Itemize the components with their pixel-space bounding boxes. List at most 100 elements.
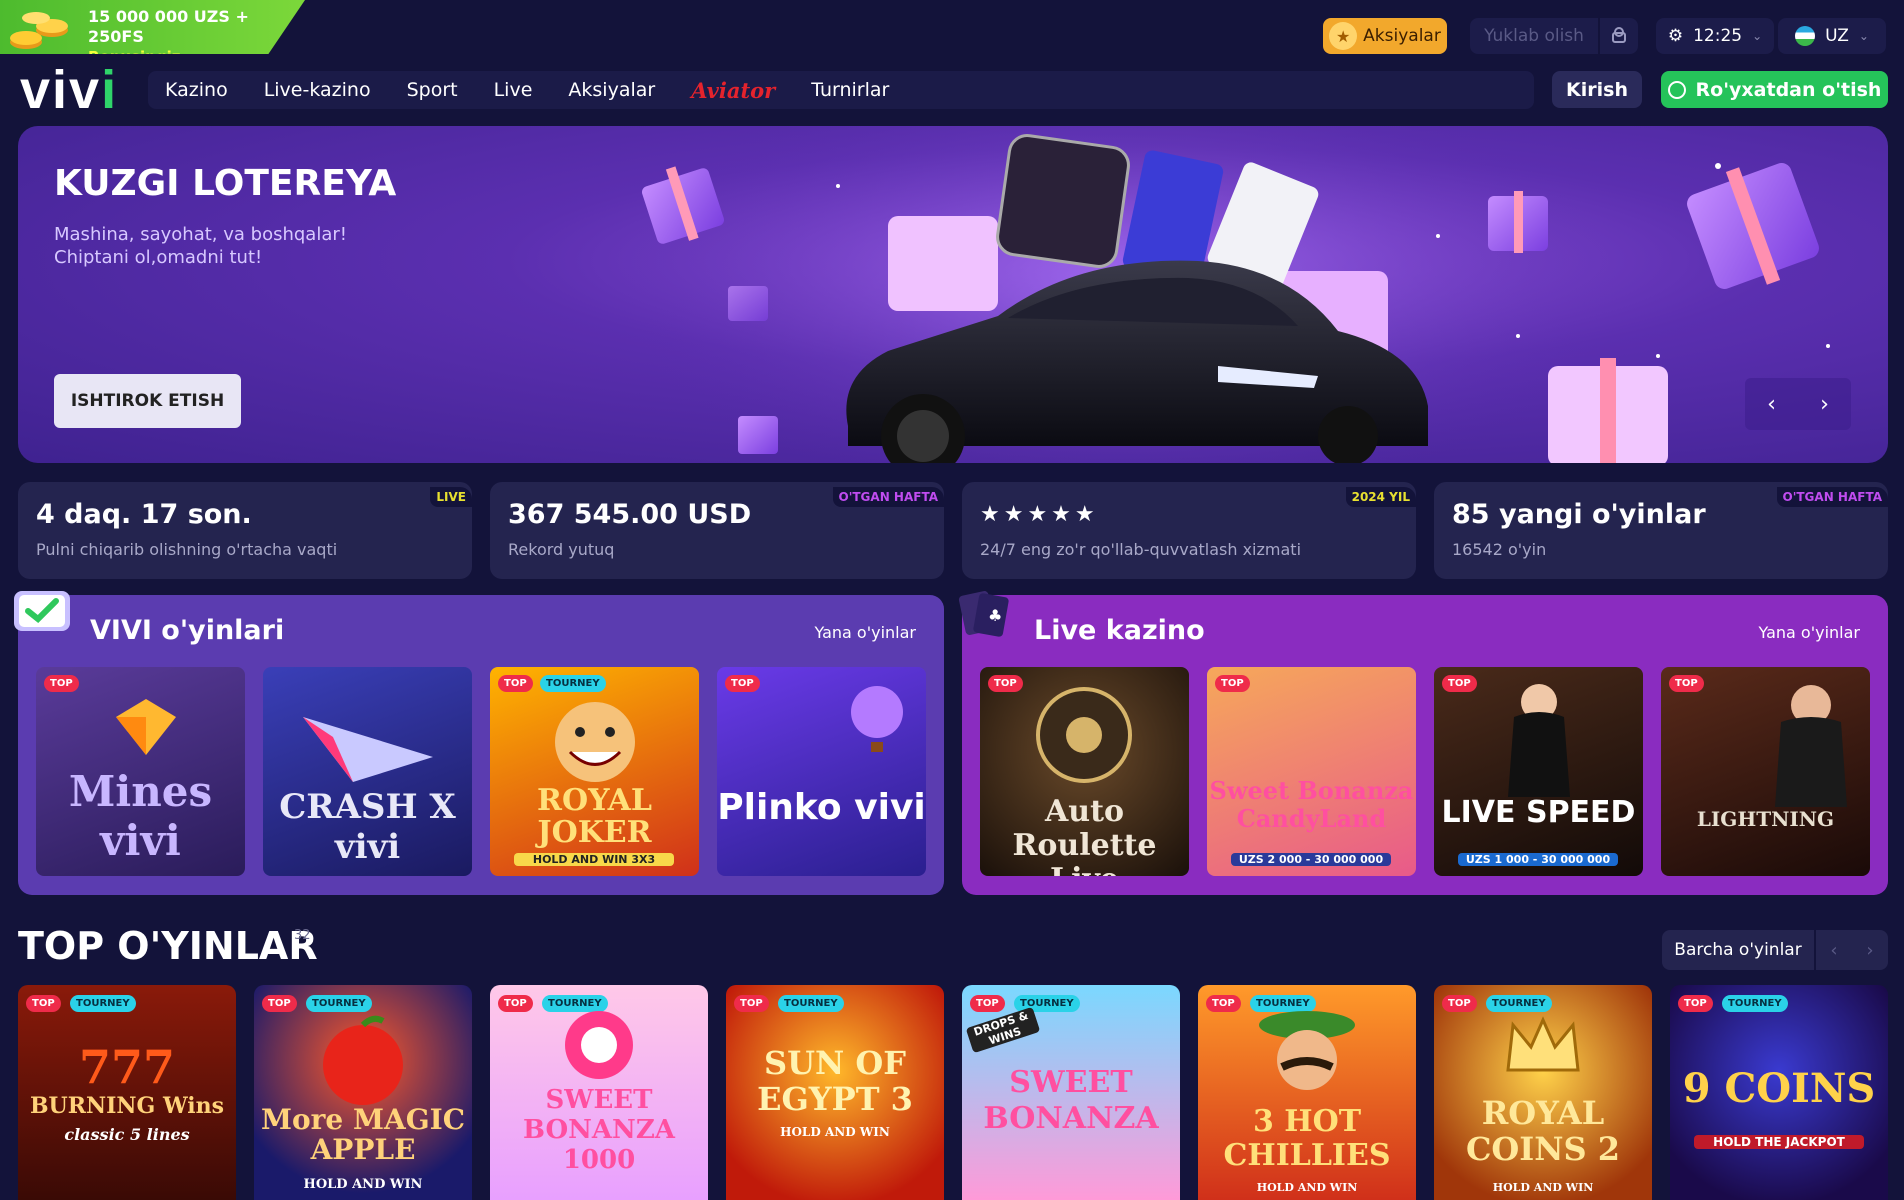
- all-games-button[interactable]: Barcha o'yinlar: [1662, 930, 1814, 970]
- stat-label: Rekord yutuq: [508, 540, 615, 559]
- game-footer: HOLD AND WIN 3X3: [514, 853, 674, 866]
- top-badge: TOP: [1206, 995, 1241, 1012]
- game-tile-magic-apple[interactable]: TOP TOURNEY More MAGIC APPLE HOLD AND WI…: [254, 985, 472, 1200]
- promotions-button[interactable]: ★ Aksiyalar: [1323, 18, 1447, 54]
- game-title: 9 COINS: [1682, 1065, 1876, 1112]
- nav-live-casino[interactable]: Live-kazino: [264, 79, 371, 101]
- lollipop-icon: [565, 1011, 633, 1079]
- game-card-sweet-bonanza-candyland[interactable]: TOP Sweet Bonanza CandyLand UZS 2 000 - …: [1207, 667, 1416, 876]
- game-tile-sweet-bonanza-1000[interactable]: TOP TOURNEY SWEET BONANZA 1000: [490, 985, 708, 1200]
- hero-subtitle: Mashina, sayohat, va boshqalar! Chiptani…: [54, 224, 347, 268]
- main-nav: Kazino Live-kazino Sport Live Aksiyalar …: [148, 71, 1534, 109]
- chevron-down-icon: ⌄: [1858, 29, 1869, 43]
- nav-casino[interactable]: Kazino: [165, 79, 228, 101]
- participate-button[interactable]: ISHTIROK ETISH: [54, 374, 241, 428]
- top-bar: 15 000 000 UZS + 250FS Bonusingiz ★ Aksi…: [0, 0, 1904, 70]
- android-icon[interactable]: [1600, 18, 1638, 54]
- nav-promotions[interactable]: Aksiyalar: [568, 79, 655, 101]
- tourney-badge: TOURNEY: [1486, 995, 1552, 1012]
- game-card-royal-joker[interactable]: TOP TOURNEY ROYAL JOKER HOLD AND WIN 3X3: [490, 667, 699, 876]
- game-tile-sweet-bonanza[interactable]: TOP TOURNEY DROPS & WINS SWEET BONANZA: [962, 985, 1180, 1200]
- game-title: Auto Roulette Live: [1012, 794, 1157, 877]
- chevron-right-icon[interactable]: ›: [1866, 940, 1873, 961]
- game-subtitle: HOLD AND WIN: [780, 1125, 890, 1139]
- game-title: ROYAL COINS 2: [1465, 1094, 1621, 1168]
- game-subtitle: HOLD AND WIN: [303, 1177, 423, 1192]
- panel-title: VIVI o'yinlari: [90, 615, 285, 646]
- hero-carousel-controls: ‹ ›: [1745, 378, 1851, 430]
- game-title: 3 HOT CHILLIES: [1223, 1104, 1391, 1173]
- game-tile-3-hot-chillies[interactable]: TOP TOURNEY 3 HOT CHILLIES HOLD AND WIN: [1198, 985, 1416, 1200]
- nav-aviator[interactable]: Aviator: [691, 78, 775, 103]
- chevron-left-icon[interactable]: ‹: [1767, 392, 1776, 417]
- top-badge: TOP: [1215, 675, 1250, 692]
- chevron-down-icon: ⌄: [1752, 29, 1763, 43]
- game-subtitle: HOLD AND WIN: [1256, 1181, 1358, 1194]
- top-badge: TOP: [734, 995, 769, 1012]
- top-badge: TOP: [970, 995, 1005, 1012]
- game-title: LIVE SPEED: [1441, 795, 1636, 830]
- coins-icon: [10, 12, 68, 49]
- game-subtitle: HOLD AND WIN: [1492, 1181, 1594, 1194]
- game-title: Sweet Bonanza CandyLand: [1209, 776, 1414, 833]
- live-casino-panel: ♣ Live kazino Yana o'yinlar TOP Auto Rou…: [958, 591, 1888, 895]
- top-badge: TOP: [1442, 995, 1477, 1012]
- bet-range: UZS 2 000 - 30 000 000: [1231, 853, 1391, 866]
- promotions-label: Aksiyalar: [1363, 26, 1441, 46]
- dealer-figure: [1775, 685, 1847, 807]
- nav-tournaments[interactable]: Turnirlar: [811, 79, 889, 101]
- bonus-title: 15 000 000 UZS + 250FS: [88, 7, 249, 46]
- top-badge: TOP: [498, 995, 533, 1012]
- language-dropdown[interactable]: UZ ⌄: [1778, 18, 1886, 54]
- more-games-link[interactable]: Yana o'yinlar: [1759, 623, 1860, 642]
- panel-title: Live kazino: [1034, 615, 1205, 646]
- game-tile-burning-wins[interactable]: TOP TOURNEY 777 BURNING Wins classic 5 l…: [18, 985, 236, 1200]
- game-card-auto-roulette[interactable]: TOP Auto Roulette Live: [980, 667, 1189, 876]
- bet-range: UZS 1 000 - 30 000 000: [1458, 853, 1618, 866]
- more-games-link[interactable]: Yana o'yinlar: [815, 623, 916, 642]
- clock-time: 12:25: [1693, 26, 1743, 46]
- hero-title: KUZGI LOTEREYA: [54, 163, 397, 204]
- top-badge: TOP: [44, 675, 79, 692]
- game-title: LIGHTNING: [1696, 807, 1835, 831]
- hero-banner[interactable]: KUZGI LOTEREYA Mashina, sayohat, va bosh…: [18, 126, 1888, 463]
- bonus-promo-banner[interactable]: 15 000 000 UZS + 250FS Bonusingiz: [0, 0, 305, 54]
- checkmark-monitor-icon: [14, 591, 70, 631]
- game-subtitle: classic 5 lines: [64, 1125, 190, 1144]
- game-tile-royal-coins-2[interactable]: TOP TOURNEY ROYAL COINS 2 HOLD AND WIN: [1434, 985, 1652, 1200]
- top-badge: TOP: [988, 675, 1023, 692]
- login-button[interactable]: Kirish: [1552, 71, 1642, 108]
- vivi-logo[interactable]: vivi: [20, 60, 118, 120]
- game-card-plinko[interactable]: TOP Plinko vivi: [717, 667, 926, 876]
- stat-tag: 2024 YIL: [1345, 487, 1416, 507]
- tourney-badge: TOURNEY: [778, 995, 844, 1012]
- logo-text: viv: [20, 60, 102, 120]
- joker-face-icon: [555, 702, 635, 782]
- apple-icon: [323, 1015, 403, 1105]
- game-card-speed-roulette[interactable]: TOP LIVE SPEED UZS 1 000 - 30 000 000: [1434, 667, 1643, 876]
- game-tile-sun-of-egypt-3[interactable]: TOP TOURNEY SUN OF EGYPT 3 HOLD AND WIN: [726, 985, 944, 1200]
- balloon-icon: [851, 686, 903, 752]
- register-button[interactable]: Ro'yxatdan o'tish: [1661, 71, 1888, 108]
- stat-value: 85 yangi o'yinlar: [1452, 499, 1706, 530]
- chevron-right-icon[interactable]: ›: [1820, 392, 1829, 417]
- game-card-crash[interactable]: CRASH X vivi: [263, 667, 472, 876]
- stat-label: 16542 o'yin: [1452, 540, 1547, 559]
- download-button[interactable]: Yuklab olish: [1470, 18, 1598, 54]
- game-title: ROYAL JOKER: [537, 783, 652, 850]
- vivi-games-panel: VIVI o'yinlari Yana o'yinlar TOP Mines v…: [14, 591, 944, 895]
- nav-sport[interactable]: Sport: [407, 79, 458, 101]
- chevron-left-icon[interactable]: ‹: [1830, 940, 1837, 961]
- stat-card-support: ★★★★★ 24/7 eng zo'r qo'llab-quvvatlash x…: [962, 482, 1416, 579]
- game-card-lightning[interactable]: TOP LIGHTNING: [1661, 667, 1870, 876]
- register-label: Ro'yxatdan o'tish: [1695, 78, 1882, 101]
- top-badge: TOP: [262, 995, 297, 1012]
- game-title: CRASH X vivi: [279, 787, 456, 867]
- game-card-mines[interactable]: TOP Mines vivi: [36, 667, 245, 876]
- mustache-man-icon: [1259, 1011, 1355, 1090]
- settings-time-dropdown[interactable]: ⚙ 12:25 ⌄: [1656, 18, 1774, 54]
- top-badge: TOP: [725, 675, 760, 692]
- nav-live[interactable]: Live: [494, 79, 533, 101]
- game-tile-9-coins[interactable]: TOP TOURNEY 9 COINS HOLD THE JACKPOT: [1670, 985, 1888, 1200]
- gem-icon: [116, 699, 176, 755]
